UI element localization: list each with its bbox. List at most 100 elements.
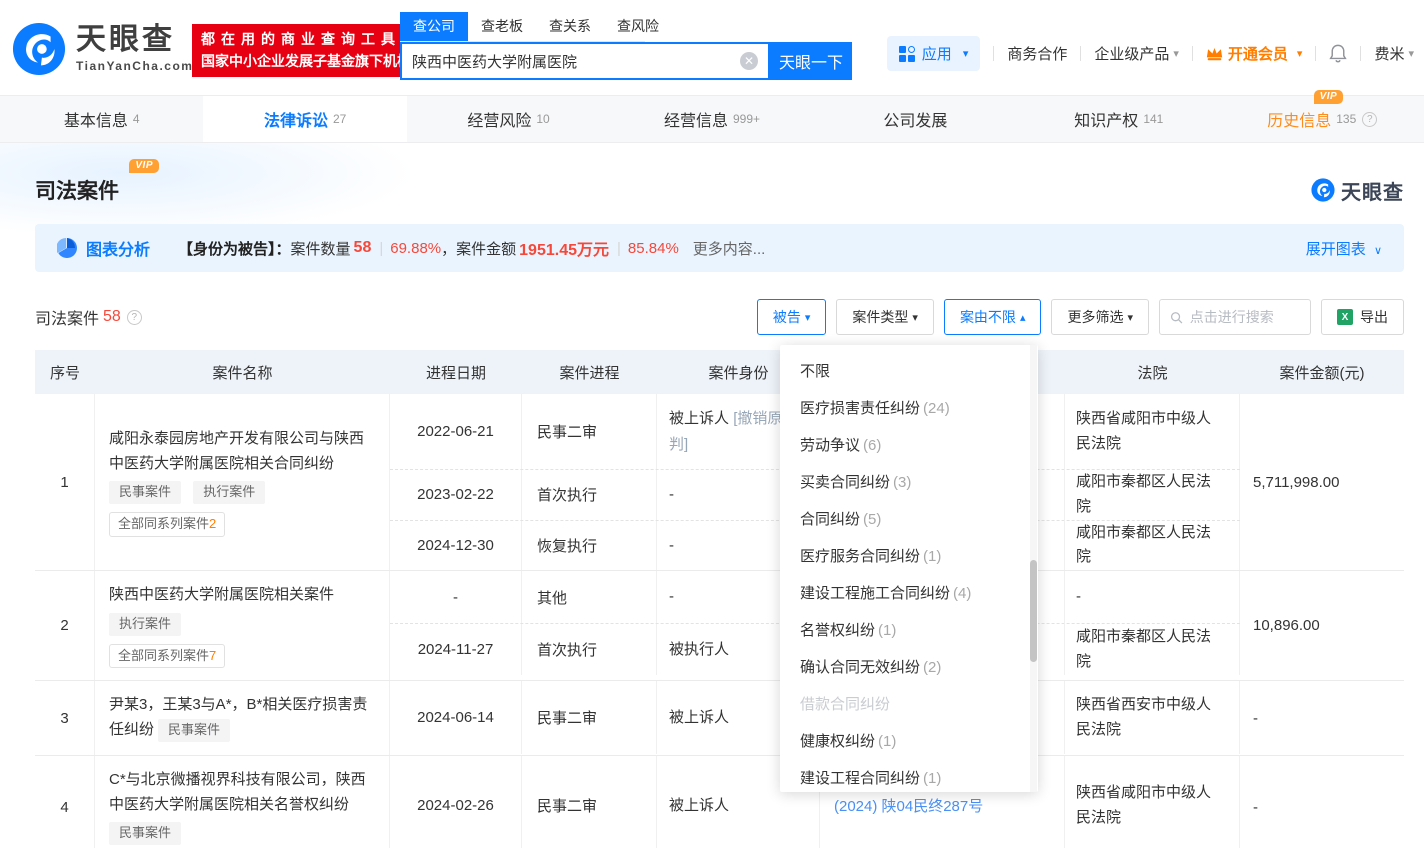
- table-header: 序号 案件名称 进程日期 案件进程 案件身份 法院 案件金额(元): [35, 350, 1404, 394]
- court: 陕西省咸阳市中级人民法院: [1065, 756, 1240, 848]
- nav-enterprise-label: 企业级产品: [1094, 43, 1169, 64]
- tianyancha-logo-icon: [12, 22, 66, 76]
- more-content-link[interactable]: 更多内容...: [693, 238, 766, 259]
- case-name-cell: 陕西中医药大学附属医院相关案件 执行案件 全部同系列案件7: [95, 571, 390, 680]
- tab-count: 999+: [733, 112, 760, 126]
- col-amount: 案件金额(元): [1240, 362, 1404, 383]
- analysis-prefix: 【身份为被告】：: [178, 238, 291, 259]
- notification-bell-icon[interactable]: [1329, 44, 1347, 63]
- dropdown-item[interactable]: 建设工程合同纠纷(1): [780, 760, 1038, 792]
- divider: [1315, 46, 1316, 61]
- court: 咸阳市秦都区人民法院: [1065, 470, 1240, 520]
- dropdown-item[interactable]: 建设工程施工合同纠纷(4): [780, 575, 1038, 612]
- case-name-link[interactable]: 尹某3，王某3与A*，B*相关医疗损害责任纠纷: [109, 696, 367, 738]
- dropdown-item[interactable]: 买卖合同纠纷(3): [780, 464, 1038, 501]
- case-name-link[interactable]: C*与北京微播视界科技有限公司，陕西中医药大学附属医院相关名誉权纠纷: [109, 768, 375, 818]
- case-tag: 执行案件: [109, 613, 181, 636]
- series-cases-button[interactable]: 全部同系列案件2: [109, 512, 225, 537]
- search-tab-relation[interactable]: 查关系: [536, 12, 604, 41]
- court: -: [1065, 571, 1240, 623]
- table-row: 2 陕西中医药大学附属医院相关案件 执行案件 全部同系列案件7 - 其他 - -: [35, 571, 1404, 681]
- tianyancha-logo[interactable]: 天眼查 TianYanCha.com: [12, 22, 193, 76]
- tab-business-info[interactable]: 经营信息 999+: [610, 96, 813, 142]
- divider: |: [379, 240, 383, 257]
- metric2-value: 1951.45万元: [519, 236, 609, 260]
- export-label: 导出: [1360, 307, 1388, 327]
- case-cause-dropdown: 不限 医疗损害责任纠纷(24) 劳动争议(6) 买卖合同纠纷(3) 合同纠纷(5…: [780, 345, 1038, 792]
- search-tab-risk[interactable]: 查风险: [604, 12, 672, 41]
- dropdown-item[interactable]: 医疗损害责任纠纷(24): [780, 390, 1038, 427]
- court-name: 咸阳市秦都区人民法院: [1076, 625, 1225, 675]
- dropdown-item[interactable]: 确认合同无效纠纷(2): [780, 649, 1038, 686]
- dropdown-item[interactable]: 劳动争议(6): [780, 427, 1038, 464]
- progress-date: 2024-11-27: [390, 624, 522, 675]
- dropdown-item-label: 建设工程合同纠纷: [800, 770, 920, 787]
- case-name-link[interactable]: 咸阳永泰园房地产开发有限公司与陕西中医药大学附属医院相关合同纠纷: [109, 427, 375, 477]
- dropdown-item[interactable]: 合同纠纷(5): [780, 501, 1038, 538]
- tab-label: 历史信息: [1267, 113, 1331, 130]
- case-amount: 10,896.00: [1240, 571, 1404, 680]
- dropdown-item-label: 借款合同纠纷: [800, 696, 890, 713]
- dropdown-item[interactable]: 医疗服务合同纠纷(1): [780, 538, 1038, 575]
- tab-legal-proceedings[interactable]: 法律诉讼 27: [203, 96, 406, 142]
- search-icon: [1170, 310, 1183, 325]
- logo-cn: 天眼查: [76, 25, 193, 55]
- defendant-filter-button[interactable]: 被告 ▾: [757, 299, 827, 335]
- court-name: 陕西省西安市中级人民法院: [1076, 693, 1225, 743]
- case-tag: 民事案件: [158, 719, 230, 742]
- series-label: 全部同系列案件: [118, 516, 209, 531]
- court: 咸阳市秦都区人民法院: [1065, 624, 1240, 675]
- nav-business-cooperation[interactable]: 商务合作: [1007, 43, 1067, 64]
- dropdown-scrollbar-thumb[interactable]: [1030, 560, 1037, 663]
- apps-grid-icon: [899, 46, 915, 62]
- tab-operational-risk[interactable]: 经营风险 10: [407, 96, 610, 142]
- tab-basic-info[interactable]: 基本信息 4: [0, 96, 203, 142]
- search-tab-company[interactable]: 查公司: [400, 12, 468, 41]
- slogan-line1: 都在用的商业查询工具: [201, 29, 411, 51]
- case-amount: -: [1240, 681, 1404, 755]
- case-number-link[interactable]: (2024) 陕04民终287号: [834, 795, 983, 816]
- nav-apps-button[interactable]: 应用 ▾: [887, 36, 981, 71]
- vip-badge: VIP: [129, 159, 159, 173]
- series-label: 全部同系列案件: [118, 648, 209, 663]
- search-input[interactable]: [412, 53, 740, 70]
- search-button[interactable]: 天眼一下: [770, 42, 852, 80]
- dropdown-item[interactable]: 健康权纠纷(1): [780, 723, 1038, 760]
- case-type-filter-button[interactable]: 案件类型 ▾: [836, 299, 934, 335]
- section-head: 司法案件 VIP 天眼查: [35, 143, 1404, 211]
- chart-analysis-link[interactable]: 图表分析: [86, 236, 150, 260]
- progress-date: -: [390, 571, 522, 623]
- divider: [993, 46, 994, 61]
- tab-label: 基本信息: [64, 107, 128, 131]
- col-court: 法院: [1065, 362, 1240, 383]
- help-icon[interactable]: ?: [1362, 112, 1377, 127]
- progress-date: 2024-02-26: [390, 756, 522, 848]
- progress-date: 2022-06-21: [390, 394, 522, 469]
- nav-open-membership[interactable]: 开通会员 ▾: [1206, 43, 1303, 64]
- export-button[interactable]: X 导出: [1321, 299, 1404, 335]
- nav-enterprise-products[interactable]: 企业级产品 ▾: [1094, 43, 1179, 64]
- more-filters-button[interactable]: 更多筛选 ▾: [1051, 299, 1149, 335]
- nav-apps-label: 应用: [922, 43, 952, 64]
- tab-intellectual-property[interactable]: 知识产权 141: [1017, 96, 1220, 142]
- dropdown-item-unlimited[interactable]: 不限: [780, 353, 1038, 390]
- row-seq: 1: [35, 394, 95, 570]
- nav-user-menu[interactable]: 费米 ▾: [1374, 43, 1414, 64]
- series-count: 2: [209, 516, 216, 531]
- help-icon[interactable]: ?: [127, 310, 142, 325]
- case-name-link[interactable]: 陕西中医药大学附属医院相关案件: [109, 583, 375, 608]
- case-cause-filter-button[interactable]: 案由不限 ▴: [944, 299, 1042, 335]
- expand-chart-link[interactable]: 展开图表 ∨: [1306, 238, 1382, 259]
- dropdown-item[interactable]: 名誉权纠纷(1): [780, 612, 1038, 649]
- tab-history-info[interactable]: VIP 历史信息 135 ?: [1221, 96, 1424, 142]
- series-cases-button[interactable]: 全部同系列案件7: [109, 644, 225, 669]
- tab-count: 27: [333, 112, 346, 126]
- col-progress-date: 进程日期: [390, 362, 522, 383]
- clear-search-icon[interactable]: ✕: [740, 52, 758, 70]
- case-amount: 5,711,998.00: [1240, 394, 1404, 570]
- tab-company-development[interactable]: 公司发展: [814, 96, 1017, 142]
- case-count: 司法案件 58 ?: [35, 305, 142, 329]
- table-search-input[interactable]: [1190, 309, 1300, 325]
- dropdown-item-count: (1): [923, 770, 941, 787]
- search-tab-boss[interactable]: 查老板: [468, 12, 536, 41]
